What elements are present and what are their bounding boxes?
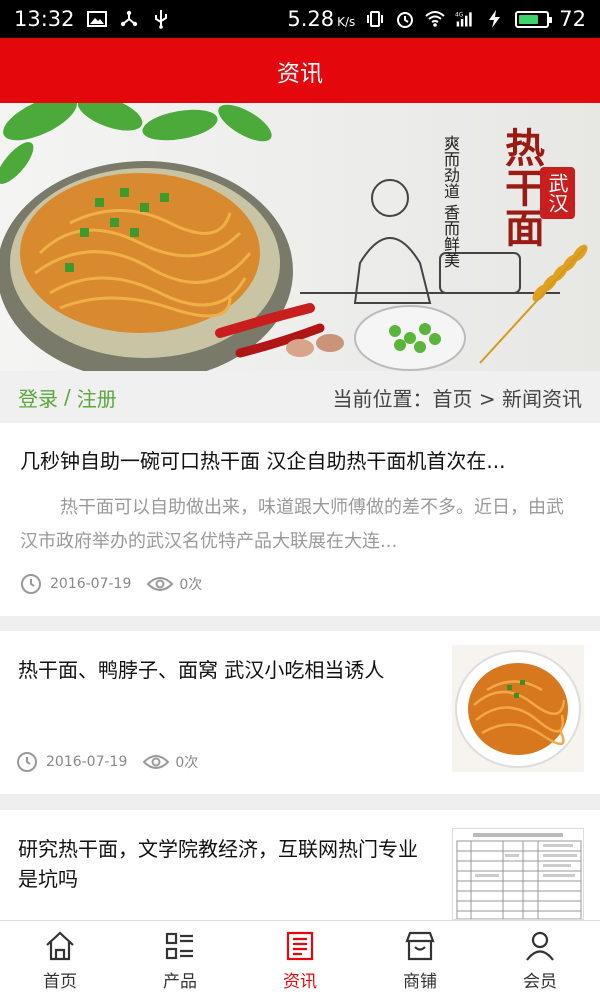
- vibrate-icon: [367, 11, 384, 27]
- article-thumbnail[interactable]: [452, 828, 584, 920]
- banner-slogan: 爽而劲道 香而鲜美: [441, 135, 460, 269]
- article-card[interactable]: 热干面、鸭脖子、面窝 武汉小吃相当诱人 2016-07-19 0次: [0, 631, 600, 794]
- home-icon: [46, 931, 74, 961]
- article-card[interactable]: 几秒钟自助一碗可口热干面 汉企自助热干面机首次在... 热干面可以自助做出来，味…: [0, 423, 600, 616]
- tab-shops-label: 商铺: [403, 972, 437, 992]
- article-title[interactable]: 研究热干面，文学院教经济，互联网热门专业是坑吗: [18, 834, 418, 894]
- eye-icon: [147, 577, 174, 591]
- signal-icon: 4G: [455, 12, 472, 27]
- clock-icon: [21, 574, 41, 594]
- article-date: 2016-07-19: [46, 754, 128, 770]
- tab-member[interactable]: 会员: [480, 921, 600, 1000]
- tab-home-label: 首页: [43, 972, 77, 992]
- usb-icon: [154, 10, 167, 29]
- user-icon: [526, 931, 554, 961]
- news-icon: [286, 931, 314, 961]
- login-link[interactable]: 登录: [18, 383, 58, 412]
- article-summary: 热干面可以自助做出来，味道跟大师傅做的差不多。近日，由武汉市政府举办的武汉名优特…: [20, 497, 564, 552]
- article-thumbnail[interactable]: [452, 645, 584, 772]
- battery-level: 72: [559, 7, 586, 31]
- article-meta: 2016-07-19 0次: [16, 751, 198, 773]
- bottom-tab-bar: 首页 产品 资讯 商铺 会员: [0, 920, 600, 1000]
- banner-stamp: 武汉: [540, 167, 575, 219]
- alarm-icon: [397, 12, 414, 28]
- image-notification-icon: [86, 11, 107, 27]
- document-table-thumbnail-image: [456, 833, 582, 919]
- login-breadcrumb-bar: 登录 / 注册 当前位置：首页 > 新闻资讯: [0, 371, 600, 423]
- clock-icon: [17, 752, 37, 772]
- article-date: 2016-07-19: [50, 576, 132, 592]
- register-link[interactable]: 注册: [77, 383, 117, 412]
- svg-text:4G: 4G: [455, 13, 464, 19]
- page-title: 资讯: [277, 60, 323, 87]
- banner-image[interactable]: 爽而劲道 香而鲜美 热干面 武汉: [0, 103, 600, 371]
- status-bar: 13:32 5.28 K/s 4G 72: [0, 0, 600, 38]
- tab-news[interactable]: 资讯: [240, 921, 360, 1000]
- breadcrumb-label: 当前位置：: [332, 386, 433, 411]
- login-separator: /: [64, 385, 71, 409]
- clock: 13:32: [14, 7, 75, 31]
- charging-icon: [489, 10, 501, 28]
- network-speed: 5.28 K/s: [287, 7, 356, 31]
- tab-home[interactable]: 首页: [0, 921, 120, 1000]
- tab-products[interactable]: 产品: [120, 921, 240, 1000]
- noodle-thumbnail-image: [455, 650, 581, 768]
- tab-products-label: 产品: [163, 972, 197, 992]
- article-title[interactable]: 几秒钟自助一碗可口热干面 汉企自助热干面机首次在...: [20, 445, 580, 474]
- shop-icon: [405, 931, 435, 961]
- breadcrumb: 当前位置：首页 > 新闻资讯: [333, 383, 582, 412]
- wifi-icon: [425, 11, 445, 27]
- page-header: 资讯: [0, 38, 600, 103]
- article-meta: 2016-07-19 0次: [20, 573, 202, 595]
- tab-shops[interactable]: 商铺: [360, 921, 480, 1000]
- battery-icon: [515, 10, 553, 28]
- article-views: 0次: [179, 577, 203, 593]
- tab-member-label: 会员: [523, 972, 557, 992]
- article-views: 0次: [175, 755, 199, 771]
- breadcrumb-path[interactable]: 首页 > 新闻资讯: [433, 387, 582, 411]
- article-title[interactable]: 热干面、鸭脖子、面窝 武汉小吃相当诱人: [18, 655, 418, 685]
- tab-news-label: 资讯: [283, 972, 317, 992]
- share-notification-icon: [120, 10, 137, 27]
- list-icon: [165, 932, 193, 960]
- article-card[interactable]: 研究热干面，文学院教经济，互联网热门专业是坑吗: [0, 810, 600, 920]
- eye-icon: [143, 755, 170, 769]
